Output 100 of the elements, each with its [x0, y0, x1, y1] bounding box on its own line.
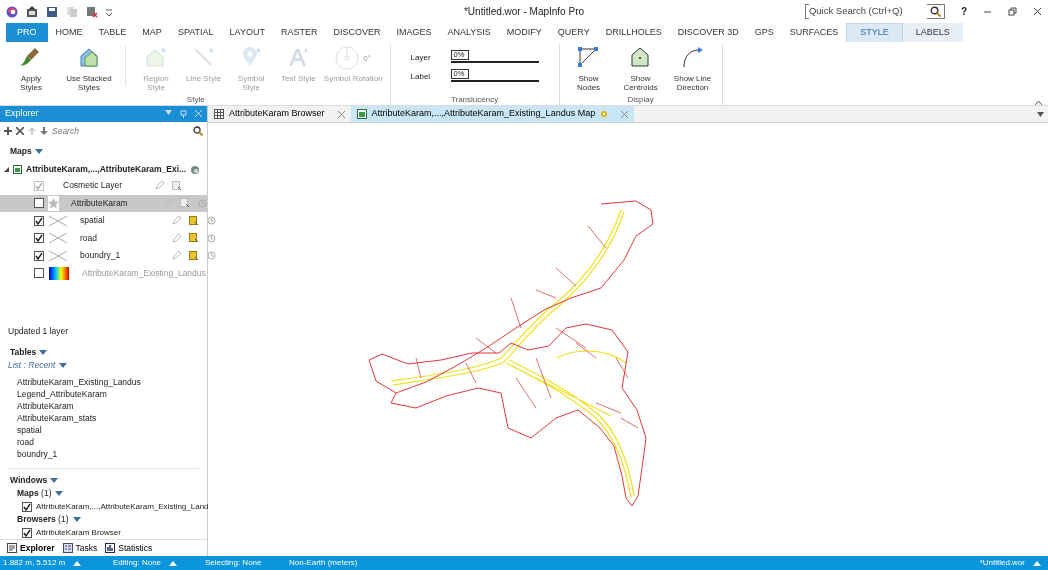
table-icon — [214, 109, 224, 119]
ribbon-tab[interactable]: TABLE — [90, 23, 135, 42]
ribbon-button[interactable]: Show Line Direction — [667, 44, 718, 94]
ribbon-button[interactable]: Show Centroids — [615, 44, 666, 94]
close-table-icon[interactable] — [86, 5, 98, 18]
map-options-icon[interactable] — [190, 164, 201, 175]
ribbon-tab[interactable]: LAYOUT — [221, 23, 273, 42]
window-item[interactable]: AttributeKaram,...,AttributeKaram_Existing_Land — [36, 500, 209, 513]
selectable-icon[interactable] — [180, 198, 190, 209]
slider-label: Layer — [410, 51, 432, 64]
close-icon[interactable] — [1033, 7, 1042, 16]
checkbox[interactable] — [34, 215, 44, 226]
ribbon-tab[interactable]: ANALYSIS — [439, 23, 499, 42]
ribbon-tab[interactable]: LABELS — [902, 23, 963, 42]
status-message: Updated 1 layer — [7, 324, 69, 338]
line-style-icon — [48, 214, 68, 227]
nodes-icon — [576, 46, 601, 70]
table-item[interactable]: spatial — [0, 424, 207, 436]
selectable-icon[interactable] — [189, 215, 199, 226]
search-icon — [193, 126, 203, 136]
dropdown-icon[interactable] — [72, 517, 81, 522]
ribbon-button[interactable]: Use Stacked Styles — [58, 44, 120, 94]
checkbox[interactable] — [34, 250, 44, 261]
dropdown-icon[interactable] — [34, 148, 43, 154]
panel-tab[interactable]: Statistics — [102, 541, 156, 555]
color-ramp-icon — [49, 266, 69, 280]
ribbon-button[interactable]: Show Nodes — [563, 44, 614, 94]
dropdown-icon[interactable] — [39, 349, 48, 355]
table-item[interactable]: Legend_AttributeKaram — [0, 388, 207, 400]
move-down-icon[interactable] — [40, 127, 48, 135]
caret-up-icon[interactable] — [1033, 560, 1041, 566]
ribbon-tab[interactable]: DISCOVER 3D — [669, 23, 747, 42]
new-table-icon[interactable] — [26, 5, 38, 18]
table-item[interactable]: boundry_1 — [0, 448, 207, 460]
selected-layer-row[interactable]: AttributeKaram — [0, 194, 207, 212]
ribbon-tab[interactable]: IMAGES — [388, 23, 440, 42]
window-title: *Untitled.wor - MapInfo Pro — [463, 5, 585, 19]
ribbon-tab[interactable]: PRO — [6, 23, 48, 42]
panel-tab[interactable]: Tasks — [59, 541, 101, 555]
bar-chart-icon — [105, 543, 116, 553]
ribbon-tab[interactable]: SPATIAL — [169, 23, 222, 42]
group-label: Style — [185, 94, 206, 105]
checkbox[interactable] — [22, 527, 32, 538]
line-style-icon — [48, 232, 68, 245]
panel-icon — [7, 543, 17, 553]
ribbon-tab[interactable]: MAP — [134, 23, 170, 42]
layer-name[interactable]: road — [80, 231, 168, 245]
panel-tab[interactable]: Explorer — [4, 541, 58, 555]
checkbox[interactable] — [34, 268, 44, 279]
table-item[interactable]: AttributeKaram_Existing_Landus — [0, 376, 207, 388]
checkbox[interactable] — [34, 198, 44, 209]
add-icon[interactable] — [4, 127, 12, 135]
ribbon-tab[interactable]: STYLE — [846, 23, 903, 42]
table-item[interactable]: AttributeKaram_stats — [0, 412, 207, 424]
map-window-icon — [13, 165, 22, 174]
ribbon-tab[interactable]: GPS — [746, 23, 782, 42]
dropdown-icon[interactable] — [59, 363, 68, 369]
map-window-icon — [356, 109, 367, 119]
line-style-icon — [48, 249, 68, 262]
rotation-icon — [335, 46, 360, 70]
tasks-icon — [62, 543, 73, 553]
window-item[interactable]: AttributeKaram Browser — [36, 526, 121, 539]
remove-icon[interactable] — [16, 127, 24, 135]
map-name[interactable]: AttributeKaram,...,AttributeKaram_Exi... — [26, 163, 187, 176]
layer-name[interactable]: spatial — [80, 214, 168, 228]
ribbon-tab[interactable]: MODIFY — [498, 23, 550, 42]
list-filter[interactable]: List : Recent — [8, 359, 56, 372]
document-tab[interactable]: AttributeKaram Browser — [208, 106, 351, 122]
subsection-heading: Maps (1) — [17, 487, 52, 500]
selectable-icon[interactable] — [189, 233, 199, 244]
dropdown-icon[interactable] — [1037, 111, 1044, 117]
caret-up-icon[interactable] — [73, 560, 82, 566]
collapse-icon[interactable] — [4, 167, 9, 172]
restore-icon[interactable] — [1008, 7, 1017, 16]
group-label: Display — [626, 94, 655, 105]
checkmark-icon — [35, 181, 43, 190]
table-item[interactable]: road — [0, 436, 207, 448]
pin-icon[interactable] — [180, 110, 187, 118]
app-logo-icon — [6, 5, 18, 18]
save-icon[interactable] — [46, 5, 58, 18]
customize-menu-icon[interactable] — [106, 7, 112, 16]
ribbon-button[interactable]: Apply Styles — [6, 44, 56, 94]
ribbon-tab[interactable]: QUERY — [549, 23, 598, 42]
collapse-ribbon-icon[interactable] — [1035, 100, 1042, 105]
selectable-icon[interactable] — [189, 250, 199, 261]
layer-name[interactable]: boundry_1 — [80, 249, 168, 263]
ribbon-tab[interactable]: SURFACES — [781, 23, 847, 42]
checkbox[interactable] — [22, 501, 32, 512]
help-button[interactable]: ? — [960, 4, 967, 19]
checkmark-icon — [23, 528, 31, 537]
search-field[interactable]: Quick Search (Ctrl+Q) — [804, 4, 945, 19]
ribbon-tab[interactable]: DISCOVER — [325, 23, 389, 42]
ribbon-tab[interactable]: HOME — [47, 23, 91, 42]
ribbon-tab[interactable]: DRILLHOLES — [597, 23, 670, 42]
caret-up-icon[interactable] — [169, 560, 178, 566]
table-item[interactable]: AttributeKaram — [0, 400, 207, 412]
checkmark-icon — [23, 502, 31, 511]
ribbon-tab[interactable]: RASTER — [272, 23, 326, 42]
checkbox[interactable] — [34, 233, 44, 244]
layer-name[interactable]: AttributeKaram — [71, 196, 159, 210]
